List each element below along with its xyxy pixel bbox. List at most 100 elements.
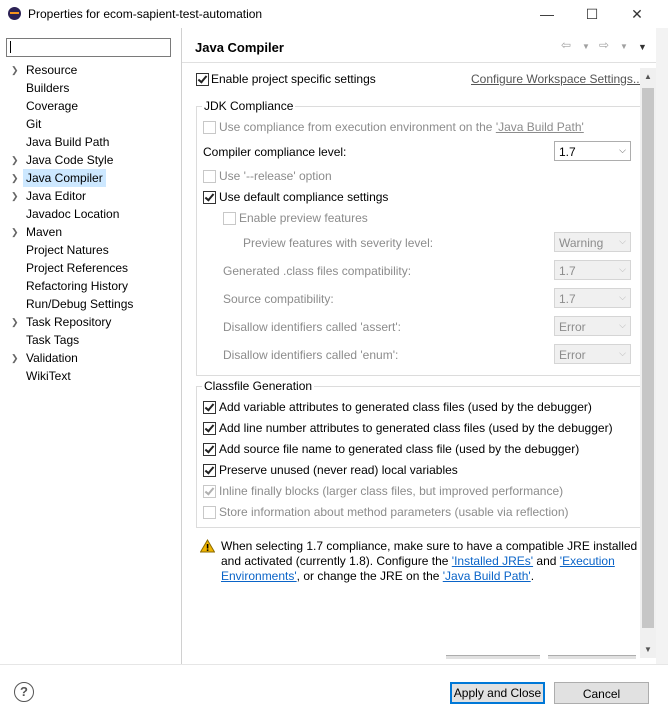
back-dropdown-icon[interactable]: ▼	[582, 42, 590, 51]
nav-item-java-compiler[interactable]: Java Compiler	[23, 169, 106, 187]
view-menu-icon[interactable]: ▼	[638, 42, 647, 52]
forward-arrow-icon[interactable]: ⇨	[599, 38, 609, 52]
nav-item-java-build-path[interactable]: Java Build Path	[26, 133, 109, 151]
disallow-assert-value: Error	[559, 320, 586, 334]
nav-item-resource[interactable]: Resource	[26, 61, 77, 79]
chevron-down-icon: ⌵	[619, 145, 626, 155]
nav-item-java-editor[interactable]: Java Editor	[26, 187, 86, 205]
java-build-path-link-2[interactable]: 'Java Build Path'	[443, 569, 531, 583]
warning-line-2: and activated (currently 1.8). Configure…	[221, 554, 615, 568]
enable-project-specific-checkbox[interactable]	[196, 73, 209, 86]
warning-icon	[200, 539, 215, 553]
jdk-compliance-title: JDK Compliance	[202, 99, 296, 113]
filter-input[interactable]	[6, 38, 171, 57]
compliance-level-label: Compiler compliance level:	[203, 145, 347, 159]
scroll-up-icon[interactable]: ▲	[644, 72, 652, 81]
disallow-enum-value: Error	[559, 348, 586, 362]
enable-project-specific-label: Enable project specific settings	[211, 72, 376, 86]
use-ee-compliance-checkbox[interactable]	[203, 121, 216, 134]
nav-item-project-references[interactable]: Project References	[26, 259, 128, 277]
disallow-assert-label: Disallow identifiers called 'assert':	[223, 320, 401, 334]
chevron-right-icon[interactable]: ❯	[11, 223, 19, 241]
add-line-number-label: Add line number attributes to generated …	[219, 421, 613, 435]
preview-severity-select[interactable]: Warning ⌵	[554, 232, 631, 252]
back-arrow-icon[interactable]: ⇦	[561, 38, 571, 52]
java-build-path-link[interactable]: 'Java Build Path'	[496, 120, 584, 134]
add-source-file-checkbox[interactable]	[203, 443, 216, 456]
nav-item-java-code-style[interactable]: Java Code Style	[26, 151, 113, 169]
chevron-down-icon: ⌵	[619, 292, 626, 302]
compliance-level-select[interactable]: 1.7 ⌵	[554, 141, 631, 161]
configure-workspace-link[interactable]: Configure Workspace Settings...	[471, 72, 643, 86]
enable-preview-label: Enable preview features	[239, 211, 368, 225]
maximize-button[interactable]: ☐	[569, 0, 615, 28]
disallow-assert-select[interactable]: Error ⌵	[554, 316, 631, 336]
nav-item-validation[interactable]: Validation	[26, 349, 78, 367]
chevron-down-icon: ⌵	[619, 320, 626, 330]
apply-button[interactable]	[548, 655, 636, 659]
chevron-right-icon[interactable]: ❯	[11, 169, 19, 187]
nav-item-wikitext[interactable]: WikiText	[26, 367, 71, 385]
enable-preview-checkbox[interactable]	[223, 212, 236, 225]
use-ee-compliance-label: Use compliance from execution environmen…	[219, 120, 584, 134]
add-source-file-label: Add source file name to generated class …	[219, 442, 580, 456]
preserve-unused-checkbox[interactable]	[203, 464, 216, 477]
source-compat-value: 1.7	[559, 292, 576, 306]
chevron-right-icon[interactable]: ❯	[11, 187, 19, 205]
nav-item-run-debug-settings[interactable]: Run/Debug Settings	[26, 295, 133, 313]
preview-severity-value: Warning	[559, 236, 604, 250]
store-method-params-label: Store information about method parameter…	[219, 505, 569, 519]
scroll-down-icon[interactable]: ▼	[644, 645, 652, 654]
page-title: Java Compiler	[195, 40, 284, 55]
chevron-right-icon[interactable]: ❯	[11, 61, 19, 79]
generated-compat-select[interactable]: 1.7 ⌵	[554, 260, 631, 280]
use-release-checkbox[interactable]	[203, 170, 216, 183]
restore-defaults-button[interactable]	[446, 655, 540, 659]
nav-item-coverage[interactable]: Coverage	[26, 97, 78, 115]
nav-item-task-tags[interactable]: Task Tags	[26, 331, 79, 349]
nav-item-refactoring-history[interactable]: Refactoring History	[26, 277, 128, 295]
nav-item-git[interactable]: Git	[26, 115, 41, 133]
nav-item-javadoc-location[interactable]: Javadoc Location	[26, 205, 119, 223]
nav-item-project-natures[interactable]: Project Natures	[26, 241, 109, 259]
warning-line-1: When selecting 1.7 compliance, make sure…	[221, 539, 638, 553]
chevron-right-icon[interactable]: ❯	[11, 349, 19, 367]
text-caret	[10, 41, 11, 53]
execution-environments-link-1[interactable]: 'Execution	[560, 554, 615, 568]
add-variable-attributes-label: Add variable attributes to generated cla…	[219, 400, 592, 414]
preview-severity-label: Preview features with severity level:	[243, 236, 434, 250]
classfile-generation-title: Classfile Generation	[202, 379, 315, 393]
warning-line-3: Environments', or change the JRE on the …	[221, 569, 535, 583]
chevron-down-icon: ⌵	[619, 348, 626, 358]
compliance-level-value: 1.7	[559, 145, 576, 159]
chevron-down-icon: ⌵	[619, 236, 626, 246]
nav-item-maven[interactable]: Maven	[26, 223, 62, 241]
bottom-separator	[0, 664, 668, 665]
window-title: Properties for ecom-sapient-test-automat…	[28, 7, 263, 21]
chevron-right-icon[interactable]: ❯	[11, 313, 19, 331]
preserve-unused-label: Preserve unused (never read) local varia…	[219, 463, 458, 477]
background-window-sliver	[656, 28, 668, 664]
installed-jres-link[interactable]: 'Installed JREs'	[452, 554, 533, 568]
help-icon[interactable]: ?	[14, 682, 34, 702]
disallow-enum-select[interactable]: Error ⌵	[554, 344, 631, 364]
use-release-label: Use '--release' option	[219, 169, 332, 183]
forward-dropdown-icon[interactable]: ▼	[620, 42, 628, 51]
chevron-down-icon: ⌵	[619, 264, 626, 274]
add-variable-attributes-checkbox[interactable]	[203, 401, 216, 414]
close-window-button[interactable]: ✕	[614, 0, 660, 28]
execution-environments-link-2[interactable]: Environments'	[221, 569, 297, 583]
source-compat-label: Source compatibility:	[223, 292, 334, 306]
cancel-button[interactable]: Cancel	[554, 682, 649, 704]
source-compat-select[interactable]: 1.7 ⌵	[554, 288, 631, 308]
minimize-button[interactable]: —	[524, 0, 570, 28]
apply-and-close-button[interactable]: Apply and Close	[450, 682, 545, 704]
chevron-right-icon[interactable]: ❯	[11, 151, 19, 169]
inline-finally-checkbox[interactable]	[203, 485, 216, 498]
nav-item-task-repository[interactable]: Task Repository	[26, 313, 111, 331]
nav-item-builders[interactable]: Builders	[26, 79, 69, 97]
store-method-params-checkbox[interactable]	[203, 506, 216, 519]
use-default-compliance-checkbox[interactable]	[203, 191, 216, 204]
add-line-number-checkbox[interactable]	[203, 422, 216, 435]
scrollbar-thumb[interactable]	[642, 88, 654, 628]
